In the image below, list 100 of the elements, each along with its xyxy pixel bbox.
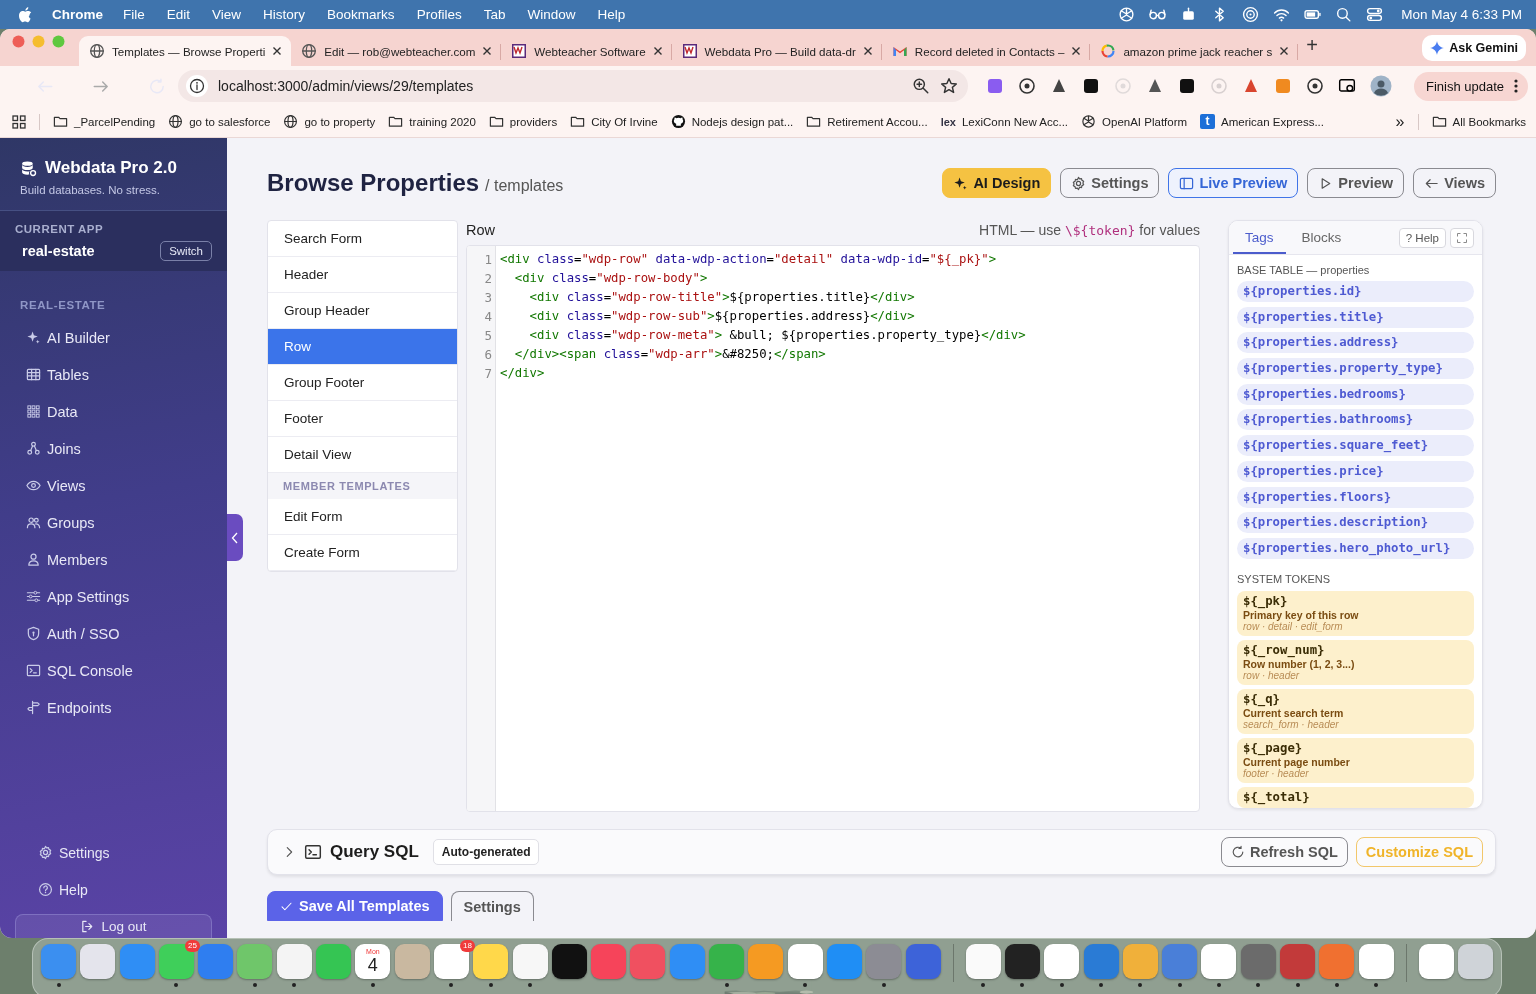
expand-button[interactable] [1450, 227, 1474, 248]
nav-item[interactable]: App Settings [0, 578, 227, 615]
extension-icon[interactable] [1018, 77, 1036, 95]
menu-item[interactable]: Tab [483, 7, 506, 22]
new-tab-button[interactable]: + [1298, 34, 1326, 61]
app-icon[interactable] [1044, 944, 1080, 979]
extension-icon[interactable] [1050, 77, 1068, 95]
nav-item[interactable]: Data [0, 393, 227, 430]
nav-item[interactable]: Settings [0, 834, 227, 871]
template-item[interactable]: Create Form [268, 535, 457, 571]
collapse-handle[interactable] [227, 514, 243, 561]
app-icon[interactable] [276, 944, 312, 979]
finish-update-button[interactable]: Finish update [1413, 71, 1528, 101]
token-card[interactable]: ${_row_num} Row number (1, 2, 3...) row · header [1237, 639, 1474, 685]
nav-item[interactable]: Groups [0, 504, 227, 541]
app-icon[interactable] [965, 944, 1001, 979]
address-bar[interactable]: localhost:3000/admin/views/29/templates [178, 70, 968, 102]
template-item[interactable]: Header [268, 257, 457, 293]
star-icon[interactable] [940, 77, 958, 95]
control-center-icon[interactable] [1366, 6, 1384, 23]
signal-icon[interactable] [1242, 6, 1260, 23]
bookmark[interactable]: All Bookmarks [1431, 114, 1526, 129]
nav-item[interactable]: Auth / SSO [0, 615, 227, 652]
bookmark[interactable]: OpenAI Platform [1081, 114, 1188, 129]
browser-tab[interactable]: Record deleted in Contacts – [881, 36, 1091, 66]
token-chip[interactable]: ${properties.title} [1237, 306, 1474, 328]
avatar-icon[interactable] [1370, 75, 1392, 97]
panel-tab[interactable]: Blocks [1289, 221, 1354, 254]
action-button[interactable]: Live Preview [1168, 168, 1299, 198]
nav-item[interactable]: Endpoints [0, 689, 227, 726]
token-chip[interactable]: ${properties.id} [1237, 281, 1474, 302]
template-item[interactable]: Edit Form [268, 499, 457, 535]
refresh-sql-button[interactable]: Refresh SQL [1221, 837, 1348, 867]
bookmark[interactable]: lex LexiConn New Acc... [940, 115, 1069, 128]
close-icon[interactable] [1279, 46, 1290, 56]
bookmark[interactable]: _ParcelPending [53, 114, 156, 129]
nav-item[interactable]: Views [0, 467, 227, 504]
token-chip[interactable]: ${properties.description} [1237, 512, 1474, 534]
app-icon[interactable] [1358, 944, 1394, 979]
wifi-icon[interactable] [1273, 6, 1291, 23]
ask-gemini-button[interactable]: Ask Gemini [1422, 34, 1526, 61]
token-chip[interactable]: ${properties.property_type} [1237, 358, 1474, 380]
nav-item[interactable]: Tables [0, 356, 227, 393]
more-bookmarks-button[interactable]: » [1395, 112, 1405, 131]
app-menu[interactable]: Chrome [52, 7, 103, 22]
close-icon[interactable] [862, 46, 873, 56]
browser-tab[interactable]: Webteacher Software [501, 36, 672, 66]
bookmark[interactable]: Nodejs design pat... [670, 114, 794, 129]
nav-item[interactable]: Joins [0, 430, 227, 467]
save-button[interactable]: Save All Templates [267, 891, 443, 921]
bookmark[interactable]: Retirement Accou... [806, 114, 928, 129]
logout-button[interactable]: Log out [15, 914, 212, 938]
extension-icon[interactable] [1306, 77, 1324, 95]
extension-icon[interactable] [1178, 77, 1196, 95]
app-icon[interactable] [512, 944, 548, 979]
menu-item[interactable]: History [263, 7, 306, 22]
help-button[interactable]: ? Help [1398, 227, 1446, 248]
token-card[interactable]: ${_q} Current search term search_form · header [1237, 688, 1474, 734]
token-card[interactable]: ${_pk} Primary key of this row row · detail · edit_form [1237, 590, 1474, 636]
menu-item[interactable]: Help [597, 7, 626, 22]
browser-tab[interactable]: Webdata Pro — Build data-dr [671, 36, 882, 66]
token-card[interactable]: ${_page} Current page number footer · header [1237, 737, 1474, 783]
action-button[interactable]: Settings [1060, 168, 1160, 198]
template-item[interactable]: Search Form [268, 221, 457, 257]
app-icon[interactable] [1004, 944, 1040, 979]
token-chip[interactable]: ${properties.bedrooms} [1237, 383, 1474, 405]
token-chip[interactable]: ${properties.price} [1237, 460, 1474, 482]
menu-item[interactable]: File [123, 7, 145, 22]
tab-search-icon[interactable] [1338, 77, 1356, 95]
bookmark[interactable]: providers [488, 114, 558, 129]
menu-item[interactable]: Edit [166, 7, 191, 22]
search-icon[interactable] [1335, 6, 1353, 23]
zoom-icon[interactable] [912, 77, 930, 95]
switch-button[interactable]: Switch [160, 241, 212, 261]
token-chip[interactable]: ${properties.floors} [1237, 486, 1474, 508]
token-chip[interactable]: ${properties.address} [1237, 332, 1474, 354]
browser-tab[interactable]: amazon prime jack reacher s [1090, 36, 1299, 66]
apps-grid-icon[interactable] [12, 114, 26, 129]
close-icon[interactable] [1071, 46, 1082, 56]
window-control-icon[interactable] [12, 35, 25, 48]
bookmark[interactable]: go to salesforce [168, 114, 271, 129]
bookmark[interactable]: City Of Irvine [570, 114, 658, 129]
action-button[interactable]: Preview [1307, 168, 1405, 198]
app-icon[interactable] [1418, 944, 1454, 979]
extension-icon[interactable] [1146, 77, 1164, 95]
bookmark[interactable]: training 2020 [388, 114, 476, 129]
template-item[interactable]: Group Footer [268, 365, 457, 401]
knot-icon[interactable] [1118, 6, 1136, 23]
bookmark[interactable]: go to property [283, 114, 376, 129]
token-chip[interactable]: ${properties.hero_photo_url} [1237, 537, 1474, 559]
close-icon[interactable] [272, 46, 283, 56]
app-icon[interactable] [551, 944, 587, 979]
template-item[interactable]: Row [268, 329, 457, 365]
extension-icon[interactable] [1082, 77, 1100, 95]
app-icon[interactable] [1201, 944, 1237, 979]
token-card[interactable]: ${_total} [1237, 786, 1474, 808]
settings-button[interactable]: Settings [450, 891, 534, 921]
app-icon[interactable] [787, 944, 823, 979]
menu-item[interactable]: Window [527, 7, 576, 22]
nav-item[interactable]: AI Builder [0, 319, 227, 356]
